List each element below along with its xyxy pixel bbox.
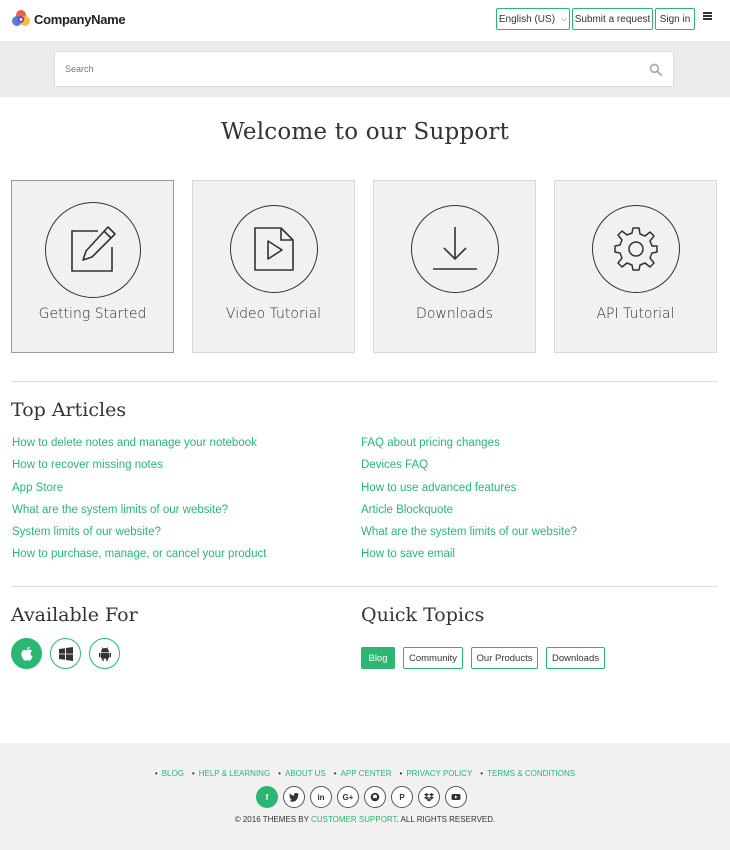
tag-downloads[interactable]: Downloads xyxy=(546,647,605,669)
card-video-tutorial[interactable]: Video Tutorial xyxy=(192,180,355,353)
download-icon xyxy=(432,227,477,270)
article-link[interactable]: What are the system limits of our websit… xyxy=(12,504,266,526)
footer-link-terms[interactable]: • TERMS & CONDITIONS xyxy=(480,769,575,778)
language-select[interactable]: English (US) ⌵ xyxy=(496,8,570,30)
footer: • BLOG • HELP & LEARNING • ABOUT US • APP CE… xyxy=(0,743,730,850)
chevron-down-icon: ⌵ xyxy=(561,14,568,23)
article-link-text[interactable]: App Store xyxy=(12,482,63,494)
card-getting-started[interactable]: Getting Started xyxy=(11,180,174,353)
search-input[interactable] xyxy=(65,52,625,86)
footer-link-help[interactable]: • HELP & LEARNING xyxy=(192,769,270,778)
sign-in-button[interactable]: Sign in xyxy=(655,8,695,30)
search-band xyxy=(0,41,730,97)
gear-icon xyxy=(613,227,658,271)
article-link-text[interactable]: What are the system limits of our websit… xyxy=(361,526,577,538)
card-label: Downloads xyxy=(416,306,493,322)
card-label: Video Tutorial xyxy=(225,306,322,322)
windows-icon[interactable] xyxy=(50,638,81,669)
card-api-tutorial[interactable]: API Tutorial xyxy=(554,180,717,353)
footer-link-blog[interactable]: • BLOG xyxy=(155,769,184,778)
logo[interactable]: CompanyName xyxy=(11,9,126,29)
social-links: f in G+ P xyxy=(256,786,467,808)
article-link[interactable]: How to delete notes and manage your note… xyxy=(12,437,266,459)
divider xyxy=(11,381,718,382)
available-for-title: Available For xyxy=(11,604,138,626)
apple-icon[interactable] xyxy=(11,638,42,669)
logo-icon xyxy=(12,10,30,26)
article-link[interactable]: App Store xyxy=(12,482,266,504)
header: CompanyName English (US) ⌵ Submit a requ… xyxy=(0,0,730,41)
copyright: © 2016 THEMES BY CUSTOMER SUPPORT. ALL R… xyxy=(0,815,730,824)
divider xyxy=(11,586,718,587)
logo-text: CompanyName xyxy=(34,11,126,27)
article-link-text[interactable]: System limits of our website? xyxy=(12,526,161,538)
copyright-prefix: © 2016 THEMES BY xyxy=(234,815,309,824)
facebook-icon[interactable]: f xyxy=(256,786,278,808)
article-link-text[interactable]: How to use advanced features xyxy=(361,482,516,494)
footer-links: • BLOG • HELP & LEARNING • ABOUT US • APP CE… xyxy=(0,769,730,778)
article-link[interactable]: Article Blockquote xyxy=(361,504,577,526)
video-file-icon xyxy=(253,227,294,271)
article-link-text[interactable]: Devices FAQ xyxy=(361,459,428,471)
footer-link-app-center[interactable]: • APP CENTER xyxy=(334,769,392,778)
footer-link-about[interactable]: • ABOUT US xyxy=(278,769,326,778)
article-link-text[interactable]: How to purchase, manage, or cancel your … xyxy=(12,548,266,560)
article-link-text[interactable]: What are the system limits of our websit… xyxy=(12,504,228,516)
card-downloads[interactable]: Downloads xyxy=(373,180,536,353)
page-title: Welcome to our Support xyxy=(220,119,510,145)
article-link[interactable]: How to recover missing notes xyxy=(12,459,266,481)
pinterest-icon[interactable]: P xyxy=(391,786,413,808)
youtube-icon[interactable] xyxy=(445,786,467,808)
card-icon-circle xyxy=(229,205,318,293)
quick-topics-title: Quick Topics xyxy=(361,604,485,626)
tag-community[interactable]: Community xyxy=(403,647,463,669)
article-link-text[interactable]: Article Blockquote xyxy=(361,504,453,516)
article-link[interactable]: System limits of our website? xyxy=(12,526,266,548)
article-link[interactable]: FAQ about pricing changes xyxy=(361,437,577,459)
submit-request-button[interactable]: Submit a request xyxy=(572,8,653,30)
google-plus-icon[interactable]: G+ xyxy=(337,786,359,808)
github-icon[interactable] xyxy=(364,786,386,808)
card-icon-circle xyxy=(591,205,680,293)
article-link[interactable]: What are the system limits of our websit… xyxy=(361,526,577,548)
search-icon[interactable] xyxy=(649,63,662,76)
hamburger-menu-icon[interactable] xyxy=(703,12,712,20)
article-link-text[interactable]: How to delete notes and manage your note… xyxy=(12,437,257,449)
article-link-text[interactable]: How to recover missing notes xyxy=(12,459,163,471)
article-link[interactable]: How to purchase, manage, or cancel your … xyxy=(12,548,266,570)
tag-blog[interactable]: Blog xyxy=(361,647,395,669)
articles-left-column: How to delete notes and manage your note… xyxy=(12,437,266,571)
search-box xyxy=(54,51,674,87)
article-link-text[interactable]: FAQ about pricing changes xyxy=(361,437,500,449)
android-icon[interactable] xyxy=(89,638,120,669)
article-link[interactable]: Devices FAQ xyxy=(361,459,577,481)
language-label: English (US) xyxy=(498,13,556,25)
dropbox-icon[interactable] xyxy=(418,786,440,808)
copyright-suffix: . ALL RIGHTS RESERVED. xyxy=(396,815,496,824)
card-icon-circle xyxy=(44,202,141,298)
twitter-icon[interactable] xyxy=(283,786,305,808)
tag-our-products[interactable]: Our Products xyxy=(471,647,538,669)
article-link[interactable]: How to save email xyxy=(361,548,577,570)
top-articles-title: Top Articles xyxy=(11,399,127,421)
card-label: API Tutorial xyxy=(596,306,675,322)
articles-right-column: FAQ about pricing changes Devices FAQ Ho… xyxy=(361,437,577,571)
footer-link-privacy[interactable]: • PRIVACY POLICY xyxy=(400,769,473,778)
card-label: Getting Started xyxy=(38,306,147,322)
linkedin-icon[interactable]: in xyxy=(310,786,332,808)
edit-icon xyxy=(70,226,116,272)
article-link[interactable]: How to use advanced features xyxy=(361,482,577,504)
copyright-link[interactable]: CUSTOMER SUPPORT xyxy=(311,815,397,824)
card-icon-circle xyxy=(410,205,499,293)
article-link-text[interactable]: How to save email xyxy=(361,548,455,560)
